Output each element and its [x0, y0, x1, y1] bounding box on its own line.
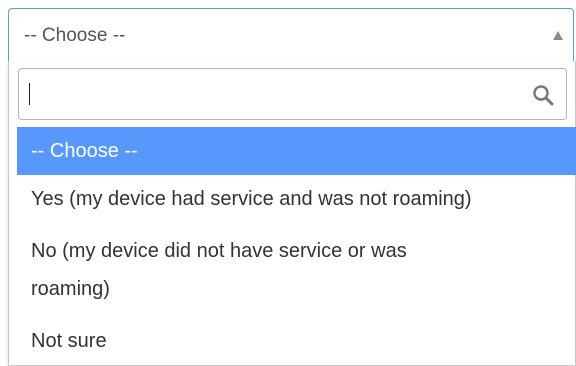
- option-yes[interactable]: Yes (my device had service and was not r…: [17, 175, 576, 223]
- search-icon: [533, 85, 554, 106]
- search-input[interactable]: [29, 79, 529, 109]
- option-not-sure[interactable]: Not sure: [17, 317, 576, 365]
- option-choose[interactable]: -- Choose --: [17, 127, 576, 175]
- select-box[interactable]: -- Choose --: [8, 8, 574, 62]
- select-current-value: -- Choose --: [24, 25, 126, 46]
- search-field[interactable]: [18, 68, 567, 120]
- arrow-up-icon[interactable]: [553, 31, 563, 40]
- dropdown-panel: -- Choose -- Yes (my device had service …: [8, 61, 576, 366]
- text-caret: [29, 83, 30, 105]
- option-no[interactable]: No (my device did not have service or wa…: [17, 223, 576, 317]
- select-widget: -- Choose -- -- Choose -- Yes (my device…: [0, 0, 576, 366]
- option-list: -- Choose -- Yes (my device had service …: [17, 127, 576, 365]
